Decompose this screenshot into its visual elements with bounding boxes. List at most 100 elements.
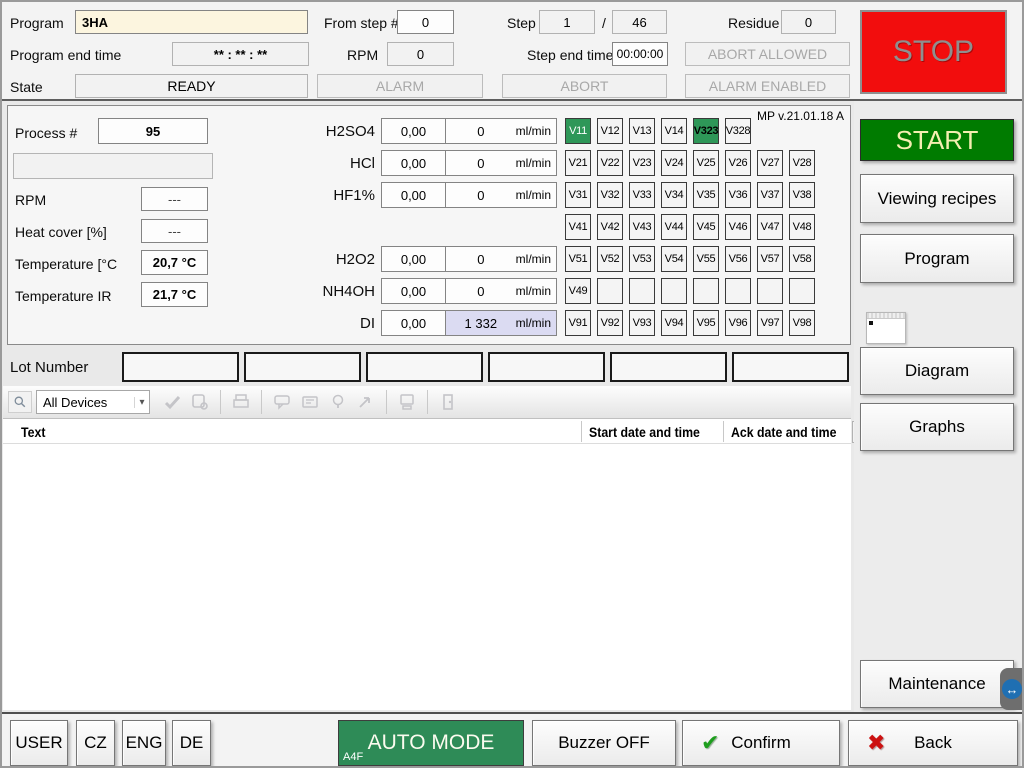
program-label: Program — [10, 15, 64, 31]
valve-button[interactable]: V38 — [789, 182, 815, 208]
valve-button[interactable]: V91 — [565, 310, 591, 336]
valve-button[interactable]: V54 — [661, 246, 687, 272]
valve-button[interactable]: V323 — [693, 118, 719, 144]
valve-button[interactable]: V25 — [693, 150, 719, 176]
exit-icon[interactable] — [434, 389, 462, 415]
valve-placeholder — [789, 278, 815, 304]
valve-button[interactable]: V37 — [757, 182, 783, 208]
export-icon[interactable] — [352, 389, 380, 415]
valve-button[interactable]: V23 — [629, 150, 655, 176]
valve-button[interactable]: V97 — [757, 310, 783, 336]
valve-button[interactable]: V52 — [597, 246, 623, 272]
valve-button[interactable]: V93 — [629, 310, 655, 336]
abort-button[interactable]: ABORT — [502, 74, 667, 98]
valve-button[interactable]: V24 — [661, 150, 687, 176]
valve-button[interactable]: V94 — [661, 310, 687, 336]
valve-button[interactable]: V46 — [725, 214, 751, 240]
valve-button[interactable]: V57 — [757, 246, 783, 272]
ack-icon[interactable] — [186, 389, 214, 415]
valve-button[interactable]: V96 — [725, 310, 751, 336]
maintenance-button[interactable]: Maintenance — [860, 660, 1014, 708]
valve-button[interactable]: V328 — [725, 118, 751, 144]
alarm-button[interactable]: ALARM — [317, 74, 483, 98]
valve-button[interactable]: V26 — [725, 150, 751, 176]
lot-number-box[interactable] — [732, 352, 849, 382]
cz-button[interactable]: CZ — [76, 720, 115, 766]
confirm-icon[interactable] — [158, 389, 186, 415]
program-input[interactable]: 3HA — [75, 10, 308, 34]
valve-button[interactable]: V33 — [629, 182, 655, 208]
valve-button[interactable]: V32 — [597, 182, 623, 208]
chem-set-field: 0,00 — [382, 183, 446, 207]
valve-button[interactable]: V49 — [565, 278, 591, 304]
search-icon[interactable] — [8, 391, 32, 413]
valve-button[interactable]: V45 — [693, 214, 719, 240]
program-button[interactable]: Program — [860, 234, 1014, 283]
table-header-start: Start date and time — [589, 424, 700, 440]
back-button[interactable]: ✖ Back — [848, 720, 1018, 766]
user-button[interactable]: USER — [10, 720, 68, 766]
valve-placeholder — [693, 278, 719, 304]
rpm-setpoint-field: 0 — [387, 42, 454, 66]
diagram-button[interactable]: Diagram — [860, 347, 1014, 395]
valve-placeholder — [629, 278, 655, 304]
lot-number-box[interactable] — [610, 352, 727, 382]
valve-button[interactable]: V55 — [693, 246, 719, 272]
valve-button[interactable]: V43 — [629, 214, 655, 240]
valve-button[interactable]: V98 — [789, 310, 815, 336]
alarm-enabled-button[interactable]: ALARM ENABLED — [685, 74, 850, 98]
display-icon[interactable] — [296, 389, 324, 415]
abort-allowed-button[interactable]: ABORT ALLOWED — [685, 42, 850, 66]
chem-label: DI — [208, 315, 375, 332]
lot-number-box[interactable] — [366, 352, 483, 382]
confirm-button[interactable]: ✔ Confirm — [682, 720, 840, 766]
hint-icon[interactable] — [324, 389, 352, 415]
eng-button[interactable]: ENG — [122, 720, 166, 766]
message-icon[interactable] — [268, 389, 296, 415]
chem-row: 0,000ml/min — [381, 150, 557, 176]
valve-button[interactable]: V35 — [693, 182, 719, 208]
chem-set-field: 0,00 — [382, 279, 446, 303]
remote-access-icon[interactable]: ↔ — [1000, 668, 1024, 710]
process-number-label: Process # — [15, 125, 77, 141]
valve-button[interactable]: V12 — [597, 118, 623, 144]
valve-button[interactable]: V95 — [693, 310, 719, 336]
valve-button[interactable]: V27 — [757, 150, 783, 176]
valve-button[interactable]: V92 — [597, 310, 623, 336]
valve-button[interactable]: V36 — [725, 182, 751, 208]
valve-button[interactable]: V44 — [661, 214, 687, 240]
viewing-recipes-button[interactable]: Viewing recipes — [860, 174, 1014, 223]
valve-button[interactable]: V58 — [789, 246, 815, 272]
chem-unit-label: ml/min — [516, 188, 556, 202]
valve-button[interactable]: V13 — [629, 118, 655, 144]
stop-button[interactable]: STOP — [860, 10, 1007, 94]
auto-mode-button[interactable]: AUTO MODE A4F — [338, 720, 524, 766]
from-step-input[interactable]: 0 — [397, 10, 454, 34]
valve-button[interactable]: V41 — [565, 214, 591, 240]
valve-button[interactable]: V51 — [565, 246, 591, 272]
valve-button[interactable]: V53 — [629, 246, 655, 272]
lot-number-box[interactable] — [488, 352, 605, 382]
device-icon[interactable] — [393, 389, 421, 415]
valve-placeholder — [597, 278, 623, 304]
valve-button[interactable]: V48 — [789, 214, 815, 240]
valve-button[interactable]: V21 — [565, 150, 591, 176]
lot-number-box[interactable] — [122, 352, 239, 382]
valve-button[interactable]: V31 — [565, 182, 591, 208]
valve-button[interactable]: V56 — [725, 246, 751, 272]
valve-button[interactable]: V47 — [757, 214, 783, 240]
valve-button[interactable]: V34 — [661, 182, 687, 208]
print-icon[interactable] — [227, 389, 255, 415]
device-filter-select[interactable]: All Devices ▾ — [36, 390, 150, 414]
de-button[interactable]: DE — [172, 720, 211, 766]
valve-button[interactable]: V11 — [565, 118, 591, 144]
start-button[interactable]: START — [860, 119, 1014, 161]
valve-button[interactable]: V28 — [789, 150, 815, 176]
lot-number-label: Lot Number — [10, 359, 88, 376]
graphs-button[interactable]: Graphs — [860, 403, 1014, 451]
valve-button[interactable]: V22 — [597, 150, 623, 176]
lot-number-box[interactable] — [244, 352, 361, 382]
buzzer-off-button[interactable]: Buzzer OFF — [532, 720, 676, 766]
valve-button[interactable]: V42 — [597, 214, 623, 240]
valve-button[interactable]: V14 — [661, 118, 687, 144]
